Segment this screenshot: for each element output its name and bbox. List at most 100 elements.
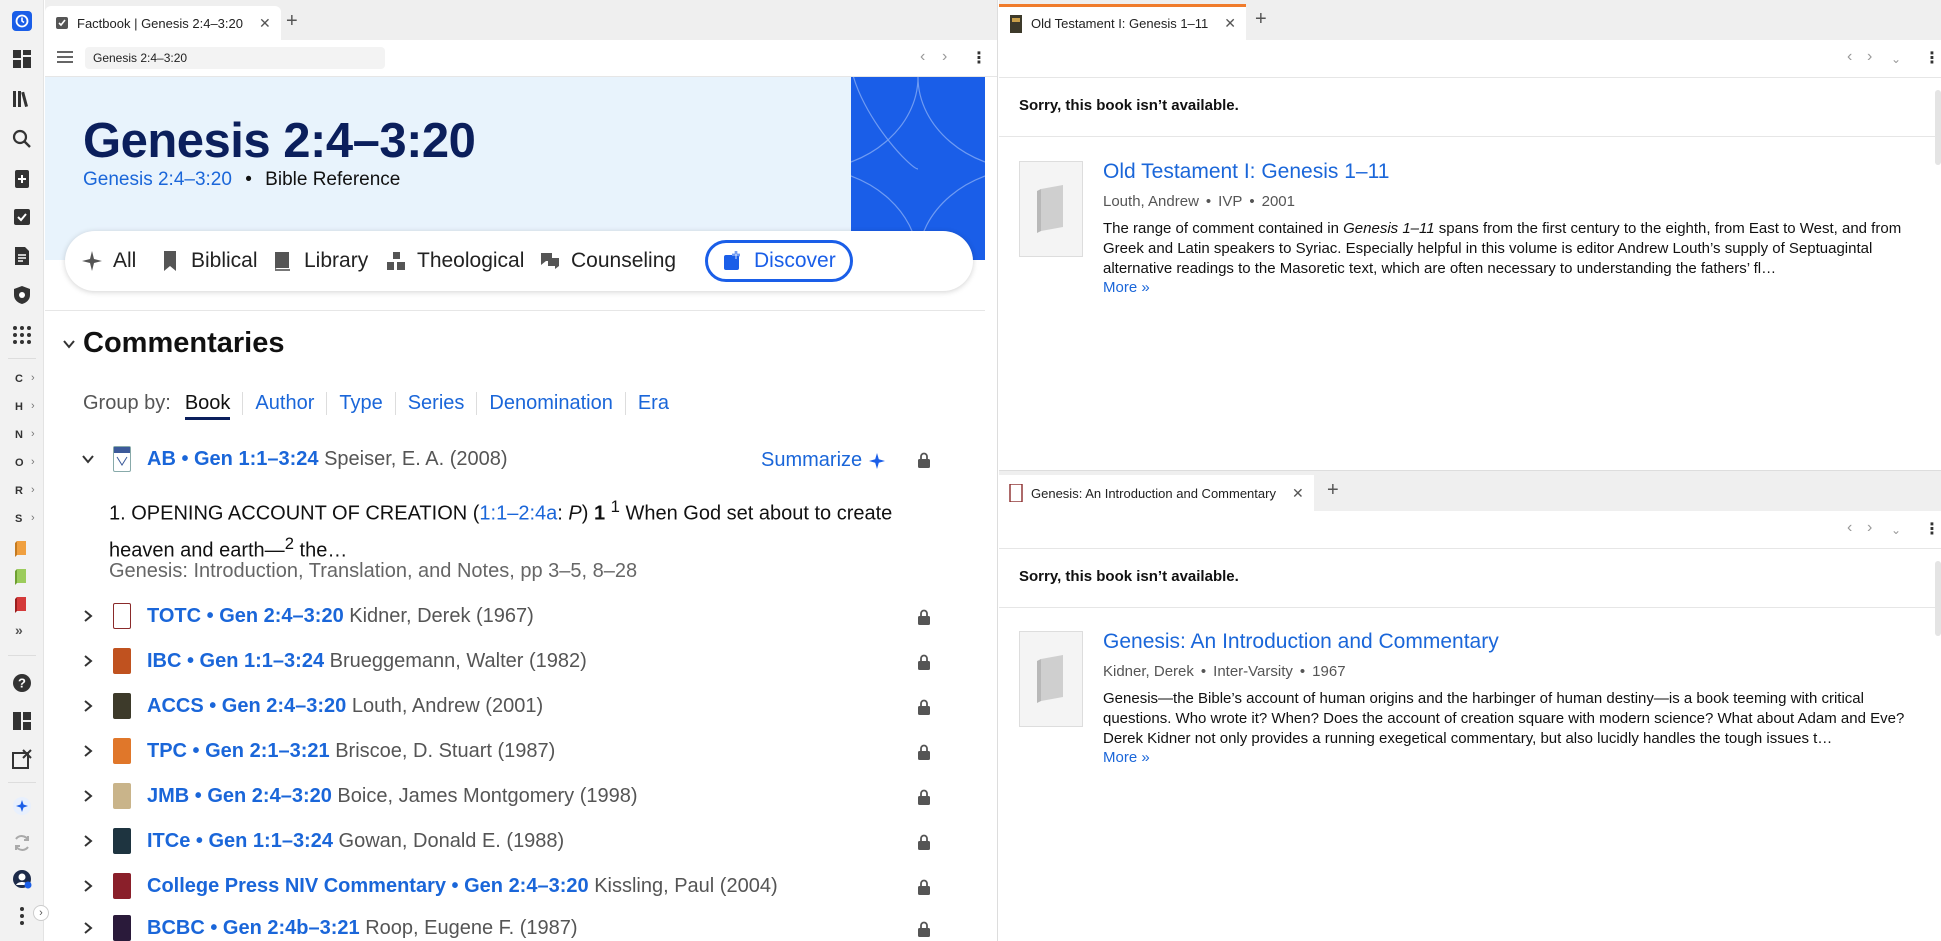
pane-menu-icon[interactable]: ⋮ (1924, 48, 1940, 68)
tab-factbook[interactable]: Factbook | Genesis 2:4–3:20 ✕ (45, 6, 281, 40)
back-icon[interactable]: ‹ (920, 48, 925, 66)
commentary-row[interactable]: ITCe • Gen 1:1–3:24 Gowan, Donald E. (19… (45, 826, 985, 858)
new-tab-icon[interactable]: + (1327, 479, 1339, 502)
filter-discover[interactable]: Discover (705, 240, 853, 282)
shield-icon[interactable] (11, 284, 33, 306)
account-avatar-icon[interactable] (11, 868, 33, 890)
commentary-link[interactable]: JMB • Gen 2:4–3:20 (147, 785, 332, 807)
group-by-author[interactable]: Author (242, 392, 326, 415)
chevron-right-icon[interactable] (81, 789, 95, 803)
commentary-link[interactable]: ITCe • Gen 1:1–3:24 (147, 830, 333, 852)
new-tab-icon[interactable]: + (1255, 8, 1267, 31)
commentary-text: TPC • Gen 2:1–3:21 Briscoe, D. Stuart (1… (147, 740, 555, 763)
more-chevrons-icon[interactable]: » (15, 622, 23, 638)
group-by-era[interactable]: Era (624, 392, 681, 415)
more-link[interactable]: More » (1103, 749, 1150, 766)
group-by-denomination[interactable]: Denomination (476, 392, 624, 415)
book-title-link[interactable]: Old Testament I: Genesis 1–11 (1103, 160, 1389, 184)
rail-shortcut-s[interactable]: S › (15, 512, 35, 525)
reference-input[interactable]: Genesis 2:4–3:20 (85, 47, 385, 69)
book-green-icon[interactable] (11, 565, 33, 587)
rail-shortcut-c[interactable]: C › (15, 372, 35, 385)
help-icon[interactable]: ? (11, 672, 33, 694)
commentary-link[interactable]: College Press NIV Commentary • Gen 2:4–3… (147, 875, 589, 897)
commentary-link[interactable]: TPC • Gen 2:1–3:21 (147, 740, 330, 762)
forward-icon[interactable]: › (942, 48, 947, 66)
commentary-row[interactable]: TOTC • Gen 2:4–3:20 Kidner, Derek (1967) (45, 601, 985, 633)
commentary-row[interactable]: BCBC • Gen 2:4b–3:21 Roop, Eugene F. (19… (45, 913, 985, 941)
chevron-right-icon[interactable] (81, 609, 95, 623)
hamburger-menu-icon[interactable] (57, 50, 73, 64)
filter-theological[interactable]: Theological (385, 240, 524, 282)
more-link[interactable]: More » (1103, 279, 1150, 296)
commentary-link[interactable]: ACCS • Gen 2:4–3:20 (147, 695, 346, 717)
dashboard-icon[interactable] (11, 48, 33, 70)
filter-counseling[interactable]: Counseling (539, 240, 676, 282)
excerpt-source[interactable]: Genesis: Introduction, Translation, and … (109, 560, 637, 583)
apps-grid-icon[interactable] (11, 324, 33, 346)
rail-more-icon[interactable] (11, 905, 33, 927)
book-title-link[interactable]: Genesis: An Introduction and Commentary (1103, 630, 1499, 654)
filter-all[interactable]: All (81, 240, 136, 282)
commentary-row[interactable]: IBC • Gen 1:1–3:24 Brueggemann, Walter (… (45, 646, 985, 678)
reference-link[interactable]: Genesis 2:4–3:20 (83, 169, 232, 190)
excerpt-reference-link[interactable]: 1:1–2:4a (479, 503, 557, 525)
search-icon[interactable] (11, 128, 33, 150)
group-by-type[interactable]: Type (326, 392, 394, 415)
book-year: 2001 (1261, 193, 1295, 210)
commentary-link[interactable]: IBC • Gen 1:1–3:24 (147, 650, 324, 672)
filter-biblical[interactable]: Biblical (159, 240, 258, 282)
collapse-section-icon[interactable] (62, 337, 76, 351)
filter-library[interactable]: Library (272, 240, 368, 282)
chevron-down-icon[interactable]: ⌄ (1891, 52, 1901, 66)
window-close-icon[interactable] (11, 748, 33, 770)
commentary-row[interactable]: JMB • Gen 2:4–3:20 Boice, James Montgome… (45, 781, 985, 813)
commentary-row[interactable]: College Press NIV Commentary • Gen 2:4–3… (45, 871, 985, 903)
document-icon[interactable] (11, 245, 33, 267)
commentary-link[interactable]: AB • Gen 1:1–3:24 (147, 448, 319, 470)
ai-assist-icon[interactable] (11, 795, 33, 817)
commentary-link[interactable]: BCBC • Gen 2:4b–3:21 (147, 917, 360, 939)
rail-shortcut-h[interactable]: H › (15, 400, 35, 413)
rail-shortcut-r[interactable]: R › (15, 484, 35, 497)
commentary-row[interactable]: TPC • Gen 2:1–3:21 Briscoe, D. Stuart (1… (45, 736, 985, 768)
summarize-button[interactable]: Summarize (761, 449, 886, 472)
pane-menu-icon[interactable]: ⋮ (1924, 519, 1940, 539)
new-tab-icon[interactable]: + (286, 10, 298, 33)
sync-icon[interactable] (11, 832, 33, 854)
group-by-book[interactable]: Book (173, 392, 243, 420)
library-icon[interactable] (11, 88, 33, 110)
chevron-right-icon[interactable] (81, 699, 95, 713)
group-by-series[interactable]: Series (394, 392, 477, 415)
scrollbar[interactable] (1935, 90, 1941, 165)
rail-shortcut-n[interactable]: N › (15, 428, 35, 441)
rail-shortcut-o[interactable]: O › (15, 456, 35, 469)
chevron-down-icon[interactable]: ⌄ (1891, 523, 1901, 537)
close-tab-icon[interactable]: ✕ (259, 15, 271, 32)
logos-home-icon[interactable] (11, 10, 33, 32)
forward-icon[interactable]: › (1867, 48, 1872, 66)
checklist-icon[interactable] (11, 206, 33, 228)
scrollbar[interactable] (1935, 561, 1941, 636)
pane-divider (999, 548, 1941, 549)
tab-genesis-intro[interactable]: Genesis: An Introduction and Commentary … (999, 475, 1314, 511)
back-icon[interactable]: ‹ (1847, 519, 1852, 537)
pane-menu-icon[interactable]: ⋮ (971, 48, 987, 68)
book-red-icon[interactable] (11, 593, 33, 615)
chevron-right-icon[interactable] (81, 834, 95, 848)
chevron-down-icon[interactable] (81, 452, 95, 466)
chevron-right-icon[interactable] (81, 654, 95, 668)
tab-old-testament[interactable]: Old Testament I: Genesis 1–11 ✕ (999, 4, 1247, 40)
book-orange-icon[interactable] (11, 537, 33, 559)
commentary-row[interactable]: ACCS • Gen 2:4–3:20 Louth, Andrew (2001) (45, 691, 985, 723)
commentary-link[interactable]: TOTC • Gen 2:4–3:20 (147, 605, 344, 627)
layout-icon[interactable] (11, 710, 33, 732)
close-tab-icon[interactable]: ✕ (1224, 15, 1236, 32)
forward-icon[interactable]: › (1867, 519, 1872, 537)
back-icon[interactable]: ‹ (1847, 48, 1852, 66)
bookmark-add-icon[interactable] (11, 168, 33, 190)
chevron-right-icon[interactable] (81, 879, 95, 893)
chevron-right-icon[interactable] (81, 744, 95, 758)
chevron-right-icon[interactable] (81, 921, 95, 935)
close-tab-icon[interactable]: ✕ (1292, 485, 1304, 502)
